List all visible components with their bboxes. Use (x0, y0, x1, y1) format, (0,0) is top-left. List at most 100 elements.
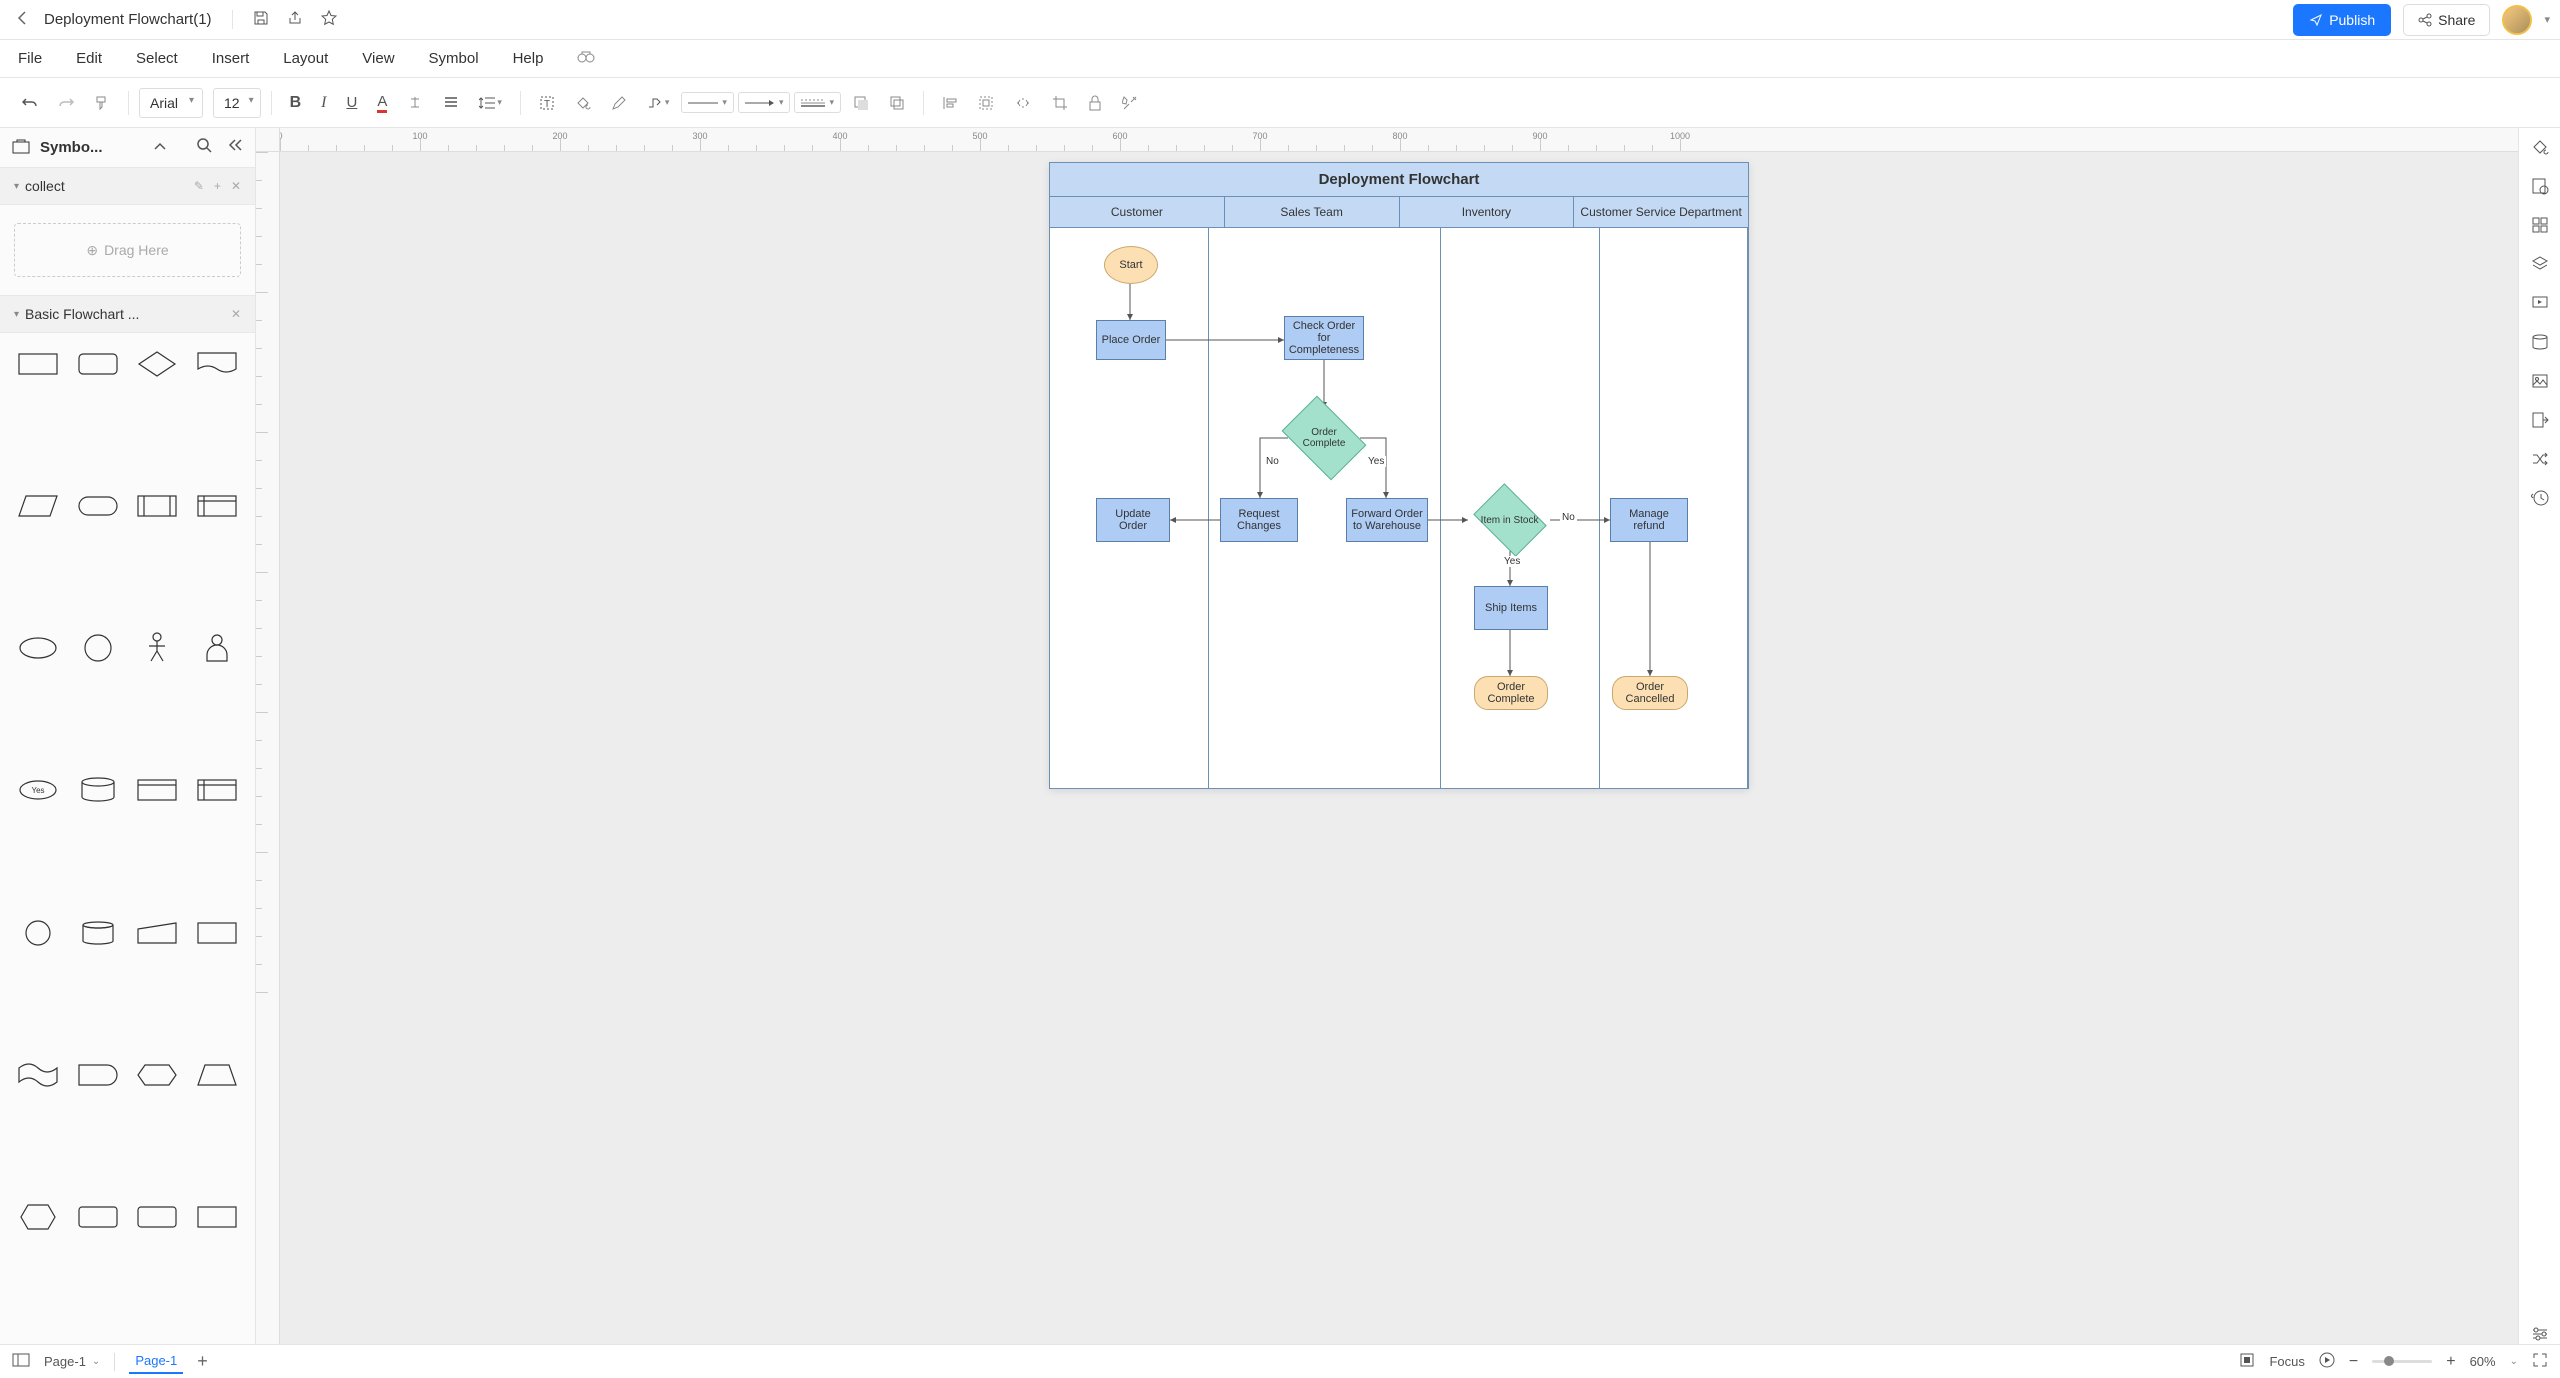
format-painter-icon[interactable] (86, 89, 118, 117)
user-avatar[interactable] (2502, 5, 2532, 35)
shape-rounded-rect[interactable] (72, 345, 124, 383)
collapse-left-icon[interactable] (227, 138, 243, 157)
shape-document[interactable] (191, 345, 243, 383)
page-settings-icon[interactable] (2531, 177, 2549, 198)
crop-icon[interactable] (1044, 89, 1076, 117)
export-icon[interactable] (287, 10, 303, 29)
menu-help[interactable]: Help (513, 50, 544, 67)
node-order-complete-end[interactable]: Order Complete (1474, 676, 1548, 710)
underline-icon[interactable]: U (338, 88, 365, 117)
line-style-select[interactable]: ▾ (681, 92, 734, 113)
shuffle-icon[interactable] (2531, 450, 2549, 471)
library-icon[interactable] (12, 138, 30, 157)
menu-symbol[interactable]: Symbol (429, 50, 479, 67)
settings-bottom-icon[interactable] (2531, 1327, 2549, 1344)
play-icon[interactable] (2319, 1352, 2335, 1371)
node-start[interactable]: Start (1104, 246, 1158, 284)
shape-cylinder[interactable] (72, 914, 124, 952)
search-icon[interactable] (197, 138, 213, 157)
find-icon[interactable] (577, 50, 595, 68)
collapse-up-icon[interactable] (153, 140, 167, 155)
save-icon[interactable] (253, 10, 269, 29)
shape-tape[interactable] (12, 1056, 64, 1094)
shape-yes-badge[interactable]: Yes (12, 771, 64, 809)
page-tab[interactable]: Page-1 (129, 1349, 183, 1374)
edit-section-icon[interactable]: ✎ (194, 179, 204, 193)
shape-capsule[interactable] (72, 487, 124, 525)
image-icon[interactable] (2531, 372, 2549, 393)
font-size-select[interactable]: 12 (213, 88, 261, 118)
menu-edit[interactable]: Edit (76, 50, 102, 67)
swim-col-sales[interactable]: Sales Team (1225, 197, 1400, 228)
close-flowchart-section-icon[interactable]: ✕ (231, 307, 241, 321)
swim-col-inventory[interactable]: Inventory (1400, 197, 1575, 228)
menu-insert[interactable]: Insert (212, 50, 250, 67)
menu-layout[interactable]: Layout (283, 50, 328, 67)
tools-icon[interactable] (1114, 89, 1146, 117)
shape-circle[interactable] (72, 629, 124, 667)
zoom-out-icon[interactable]: − (2349, 1353, 2358, 1371)
fit-icon[interactable] (2239, 1352, 2255, 1371)
node-order-cancelled[interactable]: Order Cancelled (1612, 676, 1688, 710)
italic-icon[interactable]: I (313, 88, 334, 118)
font-family-select[interactable]: Arial (139, 88, 203, 118)
node-ship-items[interactable]: Ship Items (1474, 586, 1548, 630)
shape-manual-input[interactable] (132, 914, 184, 952)
close-section-icon[interactable]: ✕ (231, 179, 241, 193)
page[interactable]: Deployment Flowchart Customer Sales Team… (1049, 162, 1749, 789)
export-bottom-icon[interactable] (2531, 411, 2549, 432)
section-flowchart[interactable]: ▾ Basic Flowchart ... ✕ (0, 295, 255, 333)
focus-label[interactable]: Focus (2269, 1354, 2304, 1369)
align-left-icon[interactable] (934, 89, 966, 117)
menu-select[interactable]: Select (136, 50, 178, 67)
page-dropdown[interactable]: Page-1 ⌄ (44, 1354, 100, 1369)
connector-type-icon[interactable]: ▾ (639, 89, 678, 117)
redo-icon[interactable] (50, 89, 82, 117)
textbox-icon[interactable]: T (531, 89, 563, 117)
pen-icon[interactable] (603, 89, 635, 117)
history-icon[interactable] (2531, 489, 2549, 510)
canvas[interactable]: 01002003004005006007008009001000 Deploym… (256, 128, 2518, 1344)
shape-delay[interactable] (72, 1056, 124, 1094)
shadow-icon[interactable] (845, 89, 877, 117)
back-button[interactable] (10, 5, 34, 34)
user-menu-caret[interactable]: ▾ (2544, 13, 2550, 26)
shape-parallelogram[interactable] (12, 487, 64, 525)
text-highlight-icon[interactable] (399, 89, 431, 117)
add-section-icon[interactable]: + (214, 179, 221, 193)
zoom-slider[interactable] (2372, 1360, 2432, 1363)
outline-icon[interactable] (12, 1353, 30, 1370)
layers-icon[interactable] (2531, 255, 2549, 276)
shape-actor[interactable] (132, 629, 184, 667)
shape-merge[interactable] (72, 1198, 124, 1236)
data-icon[interactable] (2531, 333, 2549, 354)
swimlane-title[interactable]: Deployment Flowchart (1050, 163, 1748, 197)
line-spacing-icon[interactable]: ▾ (471, 89, 510, 117)
text-color-icon[interactable]: A (369, 87, 395, 119)
node-item-in-stock[interactable]: Item in Stock (1464, 486, 1556, 554)
menu-view[interactable]: View (362, 50, 394, 67)
shape-database[interactable] (72, 771, 124, 809)
shape-diamond[interactable] (132, 345, 184, 383)
swim-col-customer[interactable]: Customer (1050, 197, 1225, 228)
shape-barrel[interactable] (132, 1198, 184, 1236)
shape-trapezoid[interactable] (191, 1056, 243, 1094)
shape-card2[interactable] (191, 771, 243, 809)
zoom-level[interactable]: 60% (2470, 1354, 2496, 1369)
drag-here-zone[interactable]: ⊕ Drag Here (14, 223, 241, 277)
swimlane-container[interactable]: Deployment Flowchart Customer Sales Team… (1049, 162, 1749, 789)
lock-icon[interactable] (1080, 89, 1110, 117)
distribute-icon[interactable] (1006, 89, 1040, 117)
shape-preparation[interactable] (132, 1056, 184, 1094)
star-icon[interactable] (321, 10, 337, 29)
fill-icon[interactable] (567, 89, 599, 117)
node-order-complete-decision[interactable]: Order Complete (1276, 404, 1372, 472)
shape-offpage[interactable] (12, 1198, 64, 1236)
node-request-changes[interactable]: Request Changes (1220, 498, 1298, 542)
presentation-icon[interactable] (2531, 294, 2549, 315)
grid-icon[interactable] (2531, 216, 2549, 237)
node-place-order[interactable]: Place Order (1096, 320, 1166, 360)
copy-style-icon[interactable] (881, 89, 913, 117)
node-update-order[interactable]: Update Order (1096, 498, 1170, 542)
arrow-style-select[interactable]: ▾ (738, 92, 791, 113)
